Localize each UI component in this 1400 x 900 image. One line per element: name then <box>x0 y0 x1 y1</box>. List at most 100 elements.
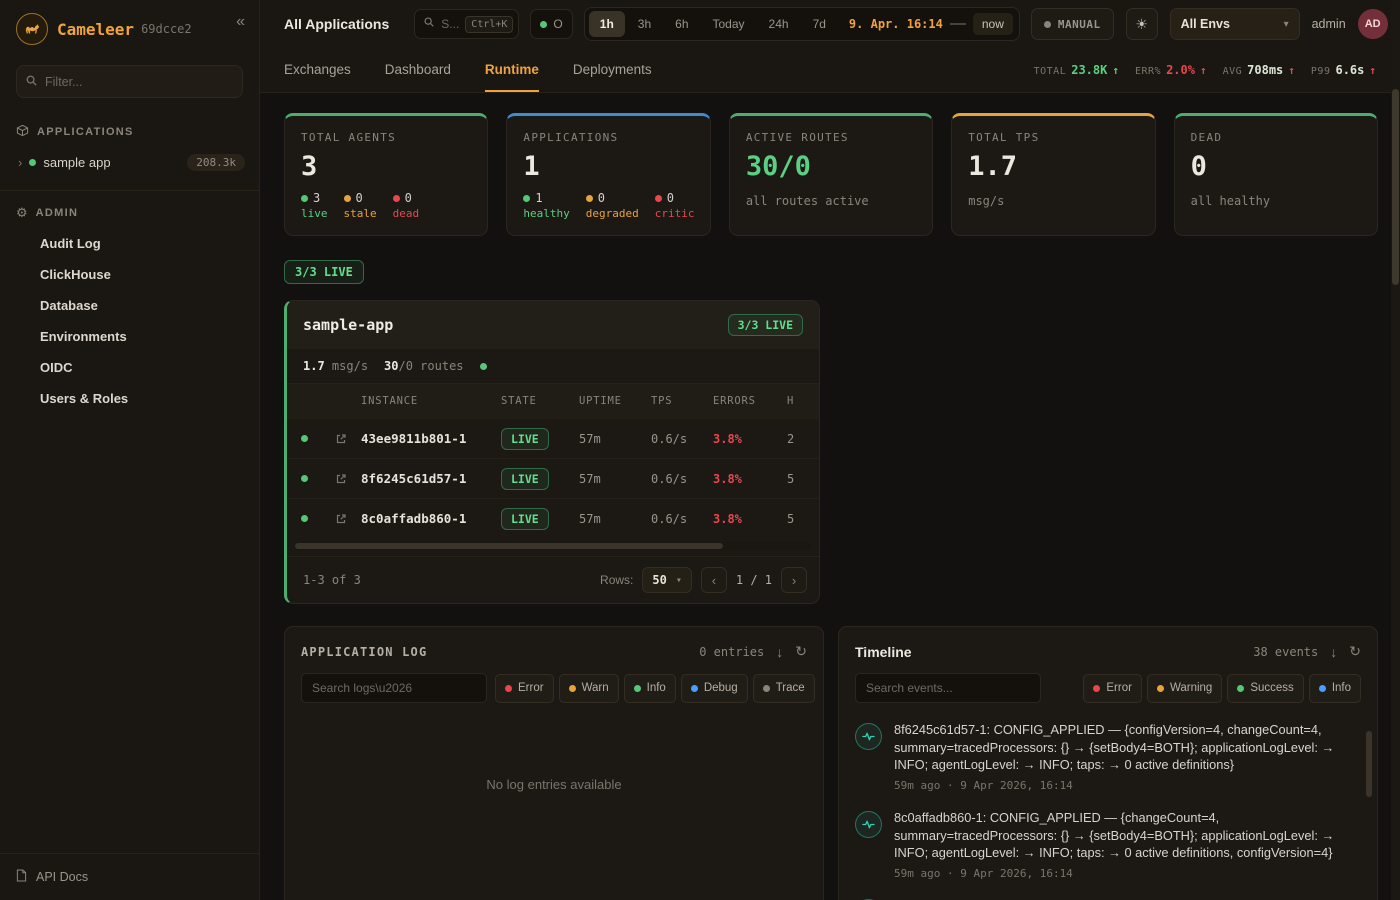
header-metrics: TOTAL 23.8K ↑ ERR% 2.0% ↑ AVG 708ms ↑ P9… <box>1034 48 1376 92</box>
log-search-input[interactable] <box>301 673 487 703</box>
external-link-icon[interactable] <box>321 473 361 485</box>
page-scrollbar-thumb[interactable] <box>1392 89 1399 285</box>
log-entries-count: 0 entries <box>699 645 764 659</box>
sidebar-filter <box>16 65 243 98</box>
log-filter-trace[interactable]: Trace <box>753 674 815 703</box>
download-events-button[interactable]: ↓ <box>1330 644 1337 660</box>
sidebar-item-environments[interactable]: Environments <box>0 321 259 352</box>
tabs: Exchanges Dashboard Runtime Deployments <box>284 48 652 92</box>
prev-page-button[interactable]: ‹ <box>701 567 727 593</box>
rows-per-page-select[interactable]: 50 ▾ <box>642 567 691 593</box>
page-title: All Applications <box>284 16 389 32</box>
next-page-button[interactable]: › <box>781 567 807 593</box>
metric-p99: P99 6.6s ↑ <box>1311 63 1376 77</box>
horizontal-scrollbar-thumb[interactable] <box>295 543 723 549</box>
sidebar-item-oidc[interactable]: OIDC <box>0 352 259 383</box>
activity-icon <box>855 811 882 838</box>
table-row[interactable]: 8c0affadb860-1 LIVE 57m 0.6/s 3.8% 5 <box>287 498 819 538</box>
applications-section-label: APPLICATIONS <box>37 126 134 138</box>
event-filter-warning[interactable]: Warning <box>1147 674 1222 703</box>
tab-exchanges[interactable]: Exchanges <box>284 48 351 92</box>
log-filter-error[interactable]: Error <box>495 674 554 703</box>
event-search-input[interactable] <box>855 673 1041 703</box>
event-filter-error[interactable]: Error <box>1083 674 1142 703</box>
sidebar-item-audit-log[interactable]: Audit Log <box>0 228 259 259</box>
theme-toggle-button[interactable]: ☀ <box>1126 8 1158 40</box>
external-link-icon[interactable] <box>321 513 361 525</box>
refresh-logs-button[interactable]: ↻ <box>795 643 807 660</box>
stat-card-applications: APPLICATIONS 1 1healthy 0degraded 0criti… <box>506 113 710 236</box>
sidebar-item-users-roles[interactable]: Users & Roles <box>0 383 259 414</box>
row-range-text: 1-3 of 3 <box>303 573 361 587</box>
range-7d[interactable]: 7d <box>802 11 837 37</box>
env-select-value: All Envs <box>1181 17 1230 31</box>
timeline-event[interactable]: 8f6245c61d57-1: CONFIG_APPLIED — {config… <box>855 721 1357 792</box>
stat-subtitle: msg/s <box>968 194 1138 208</box>
sidebar-collapse-button[interactable]: « <box>236 13 245 31</box>
chevron-right-icon: › <box>18 155 22 170</box>
live-pill: LIVE <box>501 428 549 450</box>
tab-deployments[interactable]: Deployments <box>573 48 652 92</box>
range-24h[interactable]: 24h <box>758 11 800 37</box>
app-card-meta: 1.7 msg/s 30/0 routes <box>287 349 819 384</box>
admin-nav: Audit Log ClickHouse Database Environmen… <box>0 228 259 414</box>
build-hash: 69dcce2 <box>141 22 192 36</box>
applications-icon <box>16 124 29 140</box>
table-row[interactable]: 43ee9811b801-1 LIVE 57m 0.6/s 3.8% 2 <box>287 418 819 458</box>
online-dot <box>540 21 547 28</box>
metric-err: ERR% 2.0% ↑ <box>1135 63 1207 77</box>
sidebar-item-database[interactable]: Database <box>0 290 259 321</box>
timeline-event[interactable]: 8c0affadb860-1: CONFIG_APPLIED — {change… <box>855 809 1357 880</box>
sidebar-item-sample-app[interactable]: › sample app 208.3k <box>0 147 259 178</box>
log-filter-debug[interactable]: Debug <box>681 674 748 703</box>
stat-title: ACTIVE ROUTES <box>746 131 916 144</box>
timeline-events-list: 8f6245c61d57-1: CONFIG_APPLIED — {config… <box>839 715 1377 900</box>
range-end-now[interactable]: now <box>973 13 1013 35</box>
table-header-row: INSTANCE STATE UPTIME TPS ERRORS H <box>287 384 819 418</box>
table-row[interactable]: 8f6245c61d57-1 LIVE 57m 0.6/s 3.8% 5 <box>287 458 819 498</box>
api-docs-link[interactable]: API Docs <box>0 853 259 900</box>
sun-icon: ☀ <box>1135 16 1148 32</box>
refresh-events-button[interactable]: ↻ <box>1349 643 1361 660</box>
stat-card-total-tps: TOTAL TPS 1.7 msg/s <box>951 113 1155 236</box>
event-filter-info[interactable]: Info <box>1309 674 1361 703</box>
manual-mode-button[interactable]: MANUAL <box>1031 8 1114 40</box>
external-link-icon[interactable] <box>321 433 361 445</box>
api-docs-label: API Docs <box>36 870 88 884</box>
event-filter-success[interactable]: Success <box>1227 674 1303 703</box>
app-item-label: sample app <box>43 155 110 170</box>
tab-runtime[interactable]: Runtime <box>485 48 539 92</box>
stat-value: 1.7 <box>968 151 1138 182</box>
stat-cards-row: TOTAL AGENTS 3 3live 0stale 0dead APPLIC… <box>284 113 1378 236</box>
instances-table: INSTANCE STATE UPTIME TPS ERRORS H 43ee9… <box>287 384 819 556</box>
range-6h[interactable]: 6h <box>664 11 699 37</box>
sidebar-filter-input[interactable] <box>16 65 243 98</box>
avatar[interactable]: AD <box>1358 9 1388 39</box>
download-logs-button[interactable]: ↓ <box>776 644 783 660</box>
global-search-button[interactable]: S... Ctrl+K <box>414 9 519 39</box>
app-name-link[interactable]: sample-app <box>303 316 393 334</box>
range-1h[interactable]: 1h <box>589 11 625 37</box>
activity-icon <box>855 723 882 750</box>
stat-card-active-routes: ACTIVE ROUTES 30/0 all routes active <box>729 113 933 236</box>
page-scrollbar <box>1391 0 1400 900</box>
online-status-toggle[interactable]: O <box>530 9 572 39</box>
sidebar-item-clickhouse[interactable]: ClickHouse <box>0 259 259 290</box>
range-today[interactable]: Today <box>702 11 756 37</box>
sidebar: Cameleer 69dcce2 « APPLICATIONS › sample… <box>0 0 260 900</box>
manual-label: MANUAL <box>1058 18 1101 31</box>
app-logo-text: Cameleer <box>57 20 134 39</box>
stat-value: 1 <box>523 151 693 182</box>
log-filter-warn[interactable]: Warn <box>559 674 619 703</box>
log-filter-info[interactable]: Info <box>624 674 676 703</box>
stat-value: 3 <box>301 151 471 182</box>
timeline-scrollbar-thumb[interactable] <box>1366 731 1372 797</box>
range-dash: — <box>950 15 966 33</box>
up-arrow-icon: ↑ <box>1369 64 1376 77</box>
range-3h[interactable]: 3h <box>627 11 662 37</box>
env-select[interactable]: All Envs ▾ <box>1170 8 1300 40</box>
health-dot <box>480 363 487 370</box>
topbar-right-group: MANUAL ☀ All Envs ▾ admin AD <box>1031 8 1388 40</box>
tab-dashboard[interactable]: Dashboard <box>385 48 451 92</box>
app-card-header: sample-app 3/3 LIVE <box>287 301 819 349</box>
